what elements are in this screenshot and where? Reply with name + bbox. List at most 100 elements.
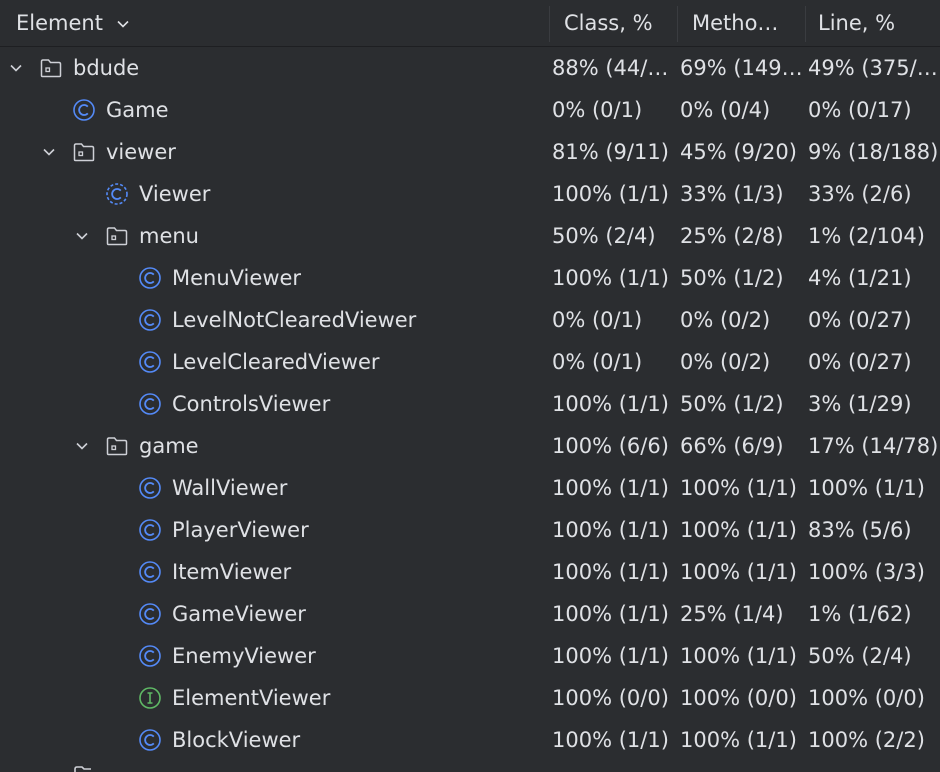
- class-name: BlockViewer: [172, 728, 301, 752]
- table-row[interactable]: menu 50% (2/4) 25% (2/8) 1% (2/104): [0, 215, 940, 257]
- method-coverage-cell: 100% (1/1): [680, 518, 797, 542]
- line-coverage-cell: 1% (2/104): [808, 224, 925, 248]
- column-header-class[interactable]: Class, %: [564, 0, 674, 46]
- table-row[interactable]: MenuViewer 100% (1/1) 50% (1/2) 4% (1/21): [0, 257, 940, 299]
- chevron-down-icon[interactable]: [71, 425, 93, 467]
- class-name: PlayerViewer: [172, 518, 309, 542]
- class-icon: [138, 602, 162, 626]
- method-coverage-cell: 25% (2/8): [680, 224, 784, 248]
- class-name: WallViewer: [172, 476, 288, 500]
- line-coverage-cell: 17% (14/78): [808, 434, 938, 458]
- chevron-down-icon[interactable]: [38, 131, 60, 173]
- column-divider[interactable]: [677, 6, 678, 42]
- folder-icon: [105, 434, 129, 458]
- line-coverage-cell: 100% (2/2): [808, 728, 925, 752]
- folder-icon: [105, 224, 129, 248]
- package-name: bdude: [73, 56, 140, 80]
- table-row[interactable]: WallViewer 100% (1/1) 100% (1/1) 100% (1/1): [0, 467, 940, 509]
- class-name: ControlsViewer: [172, 392, 331, 416]
- class-icon: [138, 560, 162, 584]
- table-row[interactable]: PlayerViewer 100% (1/1) 100% (1/1) 83% (5/6…: [0, 509, 940, 551]
- class-coverage-cell: 100% (1/1): [552, 728, 669, 752]
- line-coverage-cell: 33% (2/6): [808, 182, 912, 206]
- table-row[interactable]: Viewer 100% (1/1) 33% (1/3) 33% (2/6): [0, 173, 940, 215]
- class-name: GameViewer: [172, 602, 306, 626]
- column-header-element-label: Element: [16, 11, 103, 35]
- line-coverage-cell: 83% (5/6): [808, 518, 912, 542]
- method-coverage-cell: 66% (6/9): [680, 434, 784, 458]
- class-icon: [138, 476, 162, 500]
- method-coverage-cell: 69% (149…: [680, 56, 803, 80]
- method-coverage-cell: 100% (1/1): [680, 728, 797, 752]
- class-coverage-cell: 0% (0/1): [552, 308, 643, 332]
- class-coverage-cell: 100% (0/0): [552, 686, 669, 710]
- line-coverage-cell: 1% (1/62): [808, 602, 912, 626]
- line-coverage-cell: 100% (3/3): [808, 560, 925, 584]
- folder-icon: [74, 766, 91, 772]
- table-row[interactable]: bdude 88% (44/… 69% (149… 49% (375/…: [0, 47, 940, 89]
- class-name: MenuViewer: [172, 266, 302, 290]
- method-coverage-cell: 100% (1/1): [680, 560, 797, 584]
- column-header-element[interactable]: Element: [16, 0, 176, 46]
- table-row[interactable]: ElementViewer 100% (0/0) 100% (0/0) 100% (0…: [0, 677, 940, 719]
- line-coverage-cell: 0% (0/27): [808, 308, 912, 332]
- class-icon: [138, 266, 162, 290]
- table-row-partial: [0, 762, 940, 772]
- table-row[interactable]: LevelNotClearedViewer 0% (0/1) 0% (0/2) 0% …: [0, 299, 940, 341]
- method-coverage-cell: 45% (9/20): [680, 140, 797, 164]
- method-coverage-cell: 0% (0/2): [680, 350, 771, 374]
- column-divider[interactable]: [549, 6, 550, 42]
- method-coverage-cell: 100% (1/1): [680, 644, 797, 668]
- chevron-down-icon: [117, 20, 129, 28]
- class-name: Viewer: [139, 182, 211, 206]
- class-name: Game: [106, 98, 169, 122]
- table-row[interactable]: Game 0% (0/1) 0% (0/4) 0% (0/17): [0, 89, 940, 131]
- package-name: game: [139, 434, 199, 458]
- method-coverage-cell: 33% (1/3): [680, 182, 784, 206]
- method-coverage-cell: 50% (1/2): [680, 266, 784, 290]
- package-name: viewer: [106, 140, 176, 164]
- line-coverage-cell: 9% (18/188): [808, 140, 938, 164]
- class-coverage-cell: 50% (2/4): [552, 224, 656, 248]
- class-icon: [138, 392, 162, 416]
- class-coverage-cell: 100% (1/1): [552, 644, 669, 668]
- class-coverage-cell: 100% (1/1): [552, 518, 669, 542]
- table-row[interactable]: viewer 81% (9/11) 45% (9/20) 9% (18/188): [0, 131, 940, 173]
- method-coverage-cell: 50% (1/2): [680, 392, 784, 416]
- line-coverage-cell: 4% (1/21): [808, 266, 912, 290]
- class-name: LevelClearedViewer: [172, 350, 380, 374]
- class-icon: [138, 644, 162, 668]
- folder-icon: [72, 140, 96, 164]
- table-row[interactable]: game 100% (6/6) 66% (6/9) 17% (14/78): [0, 425, 940, 467]
- table-row[interactable]: ItemViewer 100% (1/1) 100% (1/1) 100% (3/3): [0, 551, 940, 593]
- chevron-down-icon[interactable]: [71, 215, 93, 257]
- method-coverage-cell: 100% (1/1): [680, 476, 797, 500]
- table-row[interactable]: ControlsViewer 100% (1/1) 50% (1/2) 3% (1/2…: [0, 383, 940, 425]
- chevron-down-icon[interactable]: [5, 47, 27, 89]
- line-coverage-cell: 3% (1/29): [808, 392, 912, 416]
- class-coverage-cell: 100% (6/6): [552, 434, 669, 458]
- column-header-line[interactable]: Line, %: [818, 0, 938, 46]
- method-coverage-cell: 100% (0/0): [680, 686, 797, 710]
- table-row[interactable]: LevelClearedViewer 0% (0/1) 0% (0/2) 0% (0/…: [0, 341, 940, 383]
- line-coverage-cell: 50% (2/4): [808, 644, 912, 668]
- class-name: LevelNotClearedViewer: [172, 308, 417, 332]
- column-divider[interactable]: [805, 6, 806, 42]
- table-row[interactable]: EnemyViewer 100% (1/1) 100% (1/1) 50% (2/4): [0, 635, 940, 677]
- line-coverage-cell: 0% (0/27): [808, 350, 912, 374]
- class-coverage-cell: 100% (1/1): [552, 560, 669, 584]
- class-coverage-cell: 100% (1/1): [552, 266, 669, 290]
- interface-icon: [138, 686, 162, 710]
- class-coverage-cell: 100% (1/1): [552, 182, 669, 206]
- class-icon: [72, 98, 96, 122]
- line-coverage-cell: 100% (0/0): [808, 686, 925, 710]
- class-coverage-cell: 100% (1/1): [552, 602, 669, 626]
- method-coverage-cell: 0% (0/4): [680, 98, 771, 122]
- class-coverage-cell: 100% (1/1): [552, 476, 669, 500]
- folder-icon: [39, 56, 63, 80]
- column-header-method[interactable]: Metho…: [692, 0, 802, 46]
- class-coverage-cell: 0% (0/1): [552, 350, 643, 374]
- table-row[interactable]: GameViewer 100% (1/1) 25% (1/4) 1% (1/62): [0, 593, 940, 635]
- table-row[interactable]: BlockViewer 100% (1/1) 100% (1/1) 100% (2/2…: [0, 719, 940, 761]
- class-coverage-cell: 81% (9/11): [552, 140, 669, 164]
